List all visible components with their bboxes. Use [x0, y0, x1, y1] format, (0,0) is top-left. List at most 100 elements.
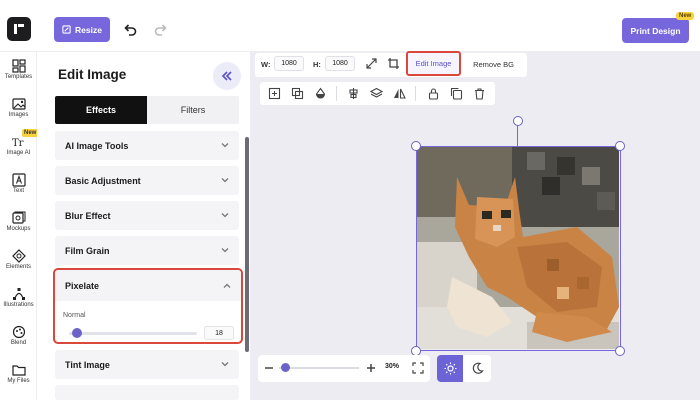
tab-effects[interactable]: Effects: [55, 96, 147, 124]
rail-item-image-ai[interactable]: Tr New Image AI: [0, 129, 39, 168]
toolbar-divider: [336, 86, 337, 101]
resize-label: Resize: [75, 24, 102, 35]
section-label: Pixelate: [65, 280, 100, 291]
layers-icon[interactable]: [370, 87, 383, 100]
logo-icon[interactable]: [7, 17, 31, 41]
height-input[interactable]: 1080: [325, 56, 355, 71]
rail-label: Image AI: [6, 150, 31, 156]
align-center-icon[interactable]: [347, 87, 360, 100]
fit-icon[interactable]: [268, 87, 281, 100]
duplicate-icon[interactable]: [450, 87, 463, 100]
undo-icon[interactable]: [122, 22, 138, 38]
zoom-out-icon[interactable]: [264, 363, 274, 373]
resize-handle-top-left[interactable]: [411, 141, 421, 151]
resize-handle-top-right[interactable]: [615, 141, 625, 151]
rail-item-illustrations[interactable]: Illustrations: [0, 284, 37, 320]
rotate-handle[interactable]: [513, 116, 523, 126]
pixelate-header[interactable]: Pixelate: [55, 270, 241, 301]
rail-label: Templates: [4, 74, 33, 80]
double-chevron-left-icon: [221, 71, 232, 81]
rail-item-mockups[interactable]: Mockups: [0, 208, 37, 244]
chevron-down-icon: [221, 213, 229, 218]
pixelated-cat-photo: [417, 147, 619, 349]
section-ai-image-tools[interactable]: AI Image Tools: [55, 131, 239, 160]
fit-screen-icon[interactable]: [412, 362, 424, 374]
selected-image[interactable]: [416, 146, 621, 351]
pixelate-slider-thumb[interactable]: [72, 328, 83, 338]
remove-bg-button[interactable]: Remove BG: [466, 55, 521, 73]
zoom-in-icon[interactable]: [366, 363, 376, 373]
new-badge: New: [22, 129, 39, 137]
app: Resize Print Design New Templates Images…: [0, 0, 700, 400]
section-film-grain[interactable]: Film Grain: [55, 236, 239, 265]
trash-icon[interactable]: [473, 87, 486, 100]
lock-icon[interactable]: [427, 87, 440, 100]
dark-mode-button[interactable]: [463, 355, 491, 382]
sun-icon: [444, 362, 456, 375]
rail-label: Mockups: [6, 226, 31, 232]
rail-item-images[interactable]: Images: [0, 94, 37, 130]
fill-icon[interactable]: [314, 87, 327, 100]
chevron-down-icon: [221, 248, 229, 253]
expand-icon[interactable]: [365, 57, 378, 70]
top-bar: Resize Print Design New: [0, 0, 700, 52]
templates-icon: [11, 59, 26, 73]
chevron-down-icon: [221, 362, 229, 367]
my-files-icon: [11, 365, 26, 376]
zoom-percentage: 30%: [385, 363, 400, 370]
section-tint-image[interactable]: Tint Image: [55, 350, 239, 379]
elements-icon: [11, 249, 26, 263]
resize-button[interactable]: Resize: [54, 17, 110, 42]
rail-label: My Files: [7, 378, 30, 384]
left-rail: Templates Images Tr New Image AI Text Mo…: [0, 52, 39, 400]
zoom-slider-track[interactable]: [279, 367, 359, 369]
text-icon: [11, 173, 26, 187]
section-more[interactable]: [55, 385, 239, 400]
rail-item-elements[interactable]: Elements: [0, 246, 37, 282]
pixelate-slider-track[interactable]: [69, 332, 197, 335]
rail-label: Illustrations: [3, 302, 34, 308]
pixelate-value-input[interactable]: 18: [204, 326, 234, 340]
crop-icon[interactable]: [387, 57, 400, 70]
section-pixelate: Pixelate Normal 18: [53, 268, 243, 344]
light-mode-button[interactable]: [437, 355, 463, 382]
new-badge: New: [676, 12, 695, 20]
edit-image-panel: Edit Image Effects Filters AI Image Tool…: [37, 52, 250, 400]
chevron-down-icon: [221, 178, 229, 183]
rail-item-templates[interactable]: Templates: [0, 56, 37, 92]
blend-icon: [12, 325, 25, 339]
pixelate-mode-label: Normal: [63, 312, 86, 319]
width-label: W:: [261, 60, 271, 69]
print-design-button[interactable]: Print Design: [622, 18, 689, 43]
section-label: Film Grain: [65, 245, 110, 256]
panel-title: Edit Image: [58, 67, 127, 82]
height-label: H:: [313, 60, 321, 69]
redo-icon[interactable]: [153, 22, 169, 38]
moon-icon: [472, 362, 484, 374]
image-ai-icon: Tr: [12, 138, 24, 149]
images-icon: [11, 98, 26, 110]
layers-copy-icon[interactable]: [291, 87, 304, 100]
panel-scrollbar[interactable]: [245, 137, 249, 352]
section-label: AI Image Tools: [65, 140, 129, 151]
rotate-handle-line: [517, 125, 518, 146]
rail-item-blend[interactable]: Blend: [0, 322, 37, 358]
mockups-icon: [11, 211, 25, 224]
flip-icon[interactable]: [393, 87, 406, 100]
rail-label: Text: [12, 188, 24, 194]
rail-label: Elements: [5, 264, 31, 270]
resize-handle-bottom-right[interactable]: [615, 346, 625, 356]
section-basic-adjustment[interactable]: Basic Adjustment: [55, 166, 239, 195]
edit-image-button[interactable]: Edit Image: [406, 51, 461, 76]
svg-text:Tr: Tr: [12, 138, 24, 149]
toolbar-divider: [415, 86, 416, 101]
rail-label: Images: [8, 112, 29, 118]
tab-filters[interactable]: Filters: [147, 96, 239, 124]
chevron-up-icon: [223, 283, 231, 288]
section-label: Basic Adjustment: [65, 175, 141, 186]
collapse-panel-button[interactable]: [213, 62, 241, 90]
width-input[interactable]: 1080: [274, 56, 304, 71]
rail-item-text[interactable]: Text: [0, 170, 37, 206]
section-blur-effect[interactable]: Blur Effect: [55, 201, 239, 230]
rail-item-my-files[interactable]: My Files: [0, 360, 37, 396]
